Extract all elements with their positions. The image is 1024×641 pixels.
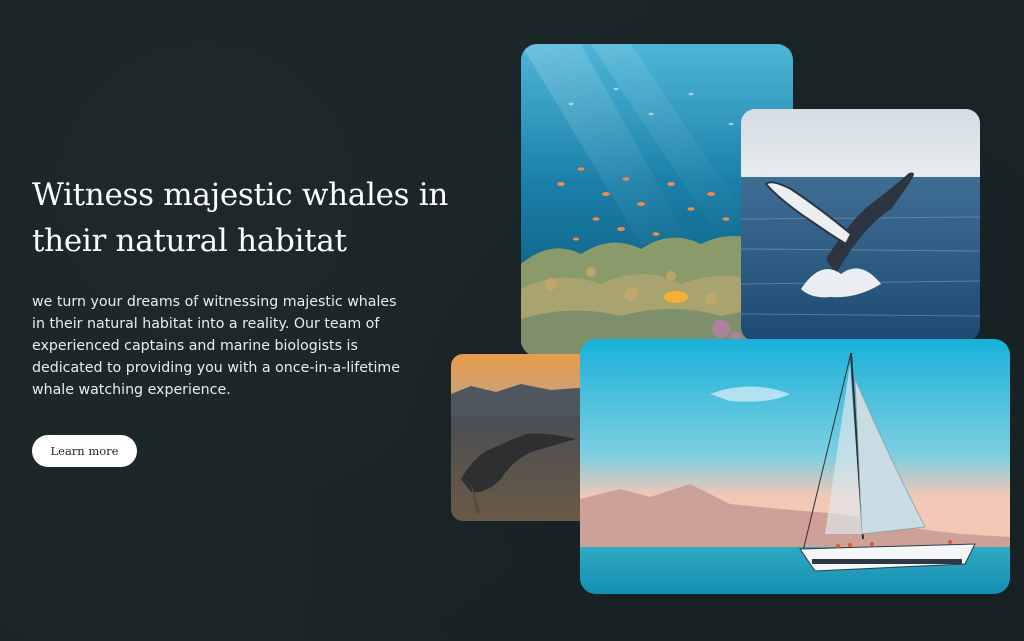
learn-more-button[interactable]: Learn more <box>32 435 137 467</box>
whale-tail-photo <box>451 354 591 521</box>
sailboat-photo <box>580 339 1010 594</box>
breaching-humpback-photo <box>741 109 980 341</box>
hero-description: we turn your dreams of witnessing majest… <box>32 294 400 398</box>
hero-title: Witness majestic whales in their natural… <box>32 177 449 259</box>
